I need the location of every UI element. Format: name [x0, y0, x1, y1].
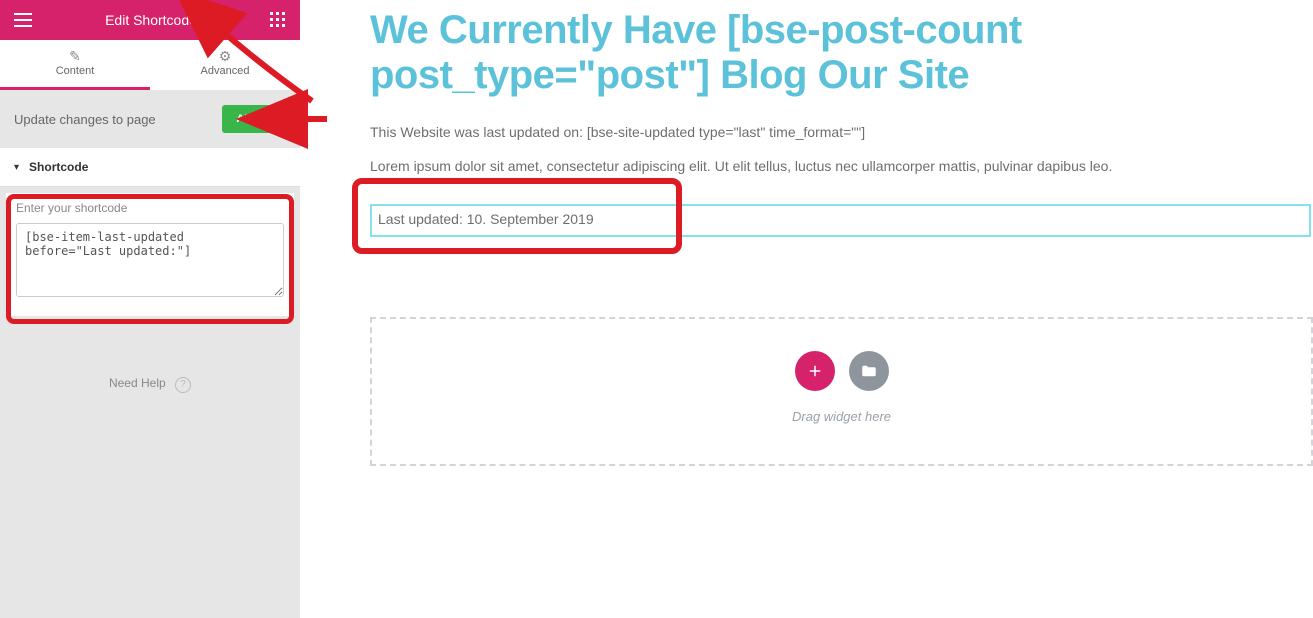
panel-title: Edit Shortcode	[105, 12, 197, 28]
dropzone-buttons	[372, 351, 1311, 391]
page-meta-2: Lorem ipsum dolor sit amet, consectetur …	[370, 158, 1313, 174]
apps-icon[interactable]	[270, 12, 286, 28]
dropzone[interactable]: Drag widget here	[370, 317, 1313, 466]
shortcode-widget[interactable]: Last updated: 10. September 2019	[370, 204, 1311, 237]
shortcode-textarea[interactable]	[16, 223, 284, 297]
template-button[interactable]	[849, 351, 889, 391]
shortcode-label: Enter your shortcode	[16, 201, 284, 215]
folder-icon	[860, 362, 878, 380]
section-shortcode-label: Shortcode	[29, 160, 88, 174]
add-widget-button[interactable]	[795, 351, 835, 391]
section-shortcode-header[interactable]: ▾ Shortcode	[0, 148, 300, 187]
update-text: Update changes to page	[14, 112, 156, 127]
need-help-link[interactable]: Need Help ?	[0, 376, 300, 393]
tabs: ✎ Content ⚙ Advanced	[0, 40, 300, 90]
gear-icon: ⚙	[150, 48, 300, 65]
update-row: Update changes to page APPLY	[0, 90, 300, 148]
pencil-icon: ✎	[0, 48, 150, 65]
dropzone-hint: Drag widget here	[372, 409, 1311, 424]
shortcode-control: Enter your shortcode	[6, 193, 294, 316]
help-icon: ?	[175, 377, 191, 393]
need-help-label: Need Help	[109, 376, 166, 390]
caret-down-icon: ▾	[14, 162, 19, 173]
preview-canvas: We Currently Have [bse-post-count post_t…	[300, 0, 1313, 618]
page-heading: We Currently Have [bse-post-count post_t…	[370, 8, 1313, 98]
sidebar-header: Edit Shortcode	[0, 0, 300, 40]
tab-content[interactable]: ✎ Content	[0, 40, 150, 90]
apply-button[interactable]: APPLY	[222, 105, 286, 133]
plus-icon	[806, 362, 824, 380]
tab-advanced[interactable]: ⚙ Advanced	[150, 40, 300, 90]
sidebar: Edit Shortcode ✎ Content ⚙ Advanced Upda…	[0, 0, 300, 618]
menu-icon[interactable]	[14, 13, 32, 27]
selected-widget-wrap: Last updated: 10. September 2019	[370, 204, 1313, 237]
tab-advanced-label: Advanced	[150, 65, 300, 77]
page-meta-1: This Website was last updated on: [bse-s…	[370, 124, 1313, 140]
tab-content-label: Content	[0, 65, 150, 77]
